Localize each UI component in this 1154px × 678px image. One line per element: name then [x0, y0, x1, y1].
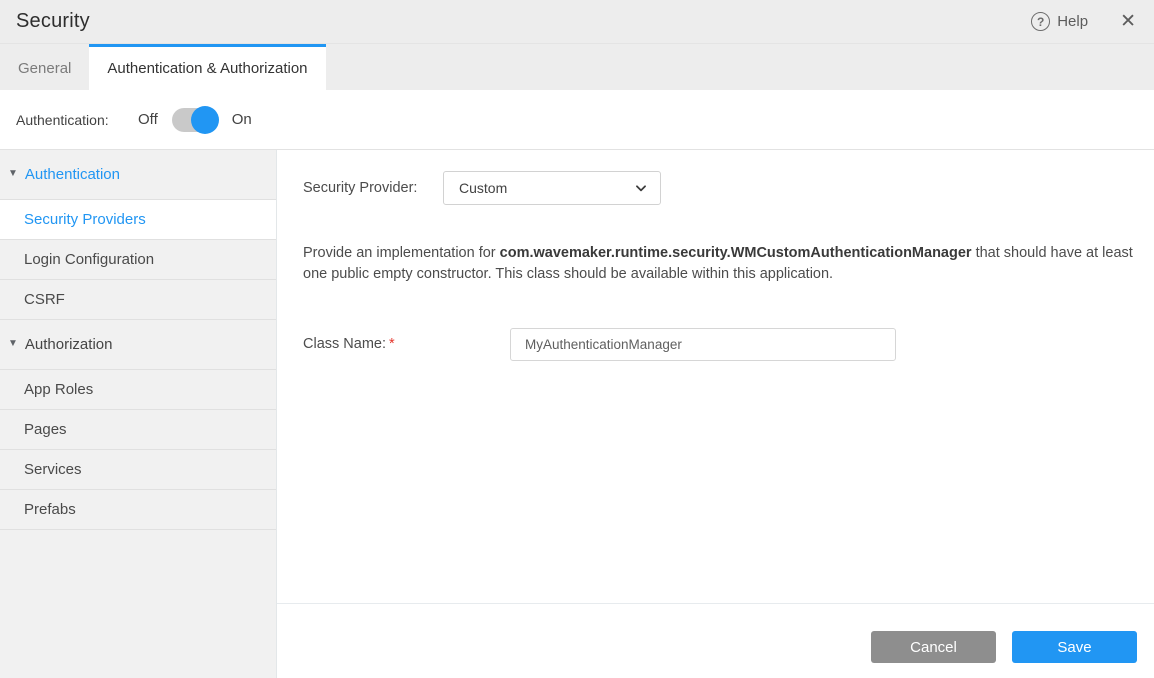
class-name-label: Class Name:*	[303, 336, 510, 352]
security-provider-row: Security Provider: Custom	[303, 171, 661, 205]
help-icon: ?	[1031, 12, 1050, 31]
footer-divider	[277, 603, 1154, 604]
main-content: Security Provider: Custom Provide an imp…	[277, 150, 1154, 678]
tab-bar: General Authentication & Authorization	[0, 44, 1154, 90]
sidebar: ▼ Authentication Security Providers Logi…	[0, 150, 277, 678]
question-mark-glyph: ?	[1037, 15, 1044, 29]
tab-authentication-authorization[interactable]: Authentication & Authorization	[89, 44, 325, 90]
class-name-input[interactable]	[510, 328, 896, 361]
tab-general[interactable]: General	[0, 44, 89, 90]
close-icon[interactable]: ✕	[1120, 12, 1136, 31]
body: ▼ Authentication Security Providers Logi…	[0, 150, 1154, 678]
class-fqn-text: com.wavemaker.runtime.security.WMCustomA…	[500, 245, 972, 261]
sidebar-item-csrf[interactable]: CSRF	[0, 280, 276, 320]
save-button[interactable]: Save	[1012, 631, 1137, 663]
help-button[interactable]: ? Help	[1031, 12, 1088, 31]
sidebar-item-prefabs[interactable]: Prefabs	[0, 490, 276, 530]
authentication-label: Authentication:	[16, 112, 138, 128]
sidebar-group-authorization[interactable]: ▼ Authorization	[0, 320, 276, 370]
help-label: Help	[1057, 13, 1088, 30]
security-dialog: Security ? Help ✕ General Authentication…	[0, 0, 1154, 678]
caret-down-icon: ▼	[8, 168, 18, 179]
authentication-toggle[interactable]	[172, 107, 218, 133]
caret-down-icon: ▼	[8, 338, 18, 349]
provider-description: Provide an implementation for com.wavema…	[303, 243, 1138, 285]
sidebar-item-app-roles[interactable]: App Roles	[0, 370, 276, 410]
toggle-on-label: On	[232, 111, 252, 128]
sidebar-item-services[interactable]: Services	[0, 450, 276, 490]
sidebar-item-pages[interactable]: Pages	[0, 410, 276, 450]
sidebar-group-authentication[interactable]: ▼ Authentication	[0, 150, 276, 200]
page-title: Security	[16, 10, 1031, 33]
toggle-off-label: Off	[138, 111, 158, 128]
footer-actions: Cancel Save	[871, 631, 1137, 663]
sidebar-item-security-providers[interactable]: Security Providers	[0, 200, 276, 240]
title-bar: Security ? Help ✕	[0, 0, 1154, 44]
required-asterisk: *	[389, 336, 395, 352]
security-provider-select[interactable]: Custom	[443, 171, 661, 205]
chevron-down-icon	[634, 181, 648, 195]
cancel-button[interactable]: Cancel	[871, 631, 996, 663]
toggle-knob-icon	[191, 106, 219, 134]
class-name-row: Class Name:*	[303, 327, 896, 361]
security-provider-value: Custom	[459, 180, 634, 196]
authentication-toggle-row: Authentication: Off On	[0, 90, 1154, 150]
security-provider-label: Security Provider:	[303, 180, 443, 196]
sidebar-item-login-configuration[interactable]: Login Configuration	[0, 240, 276, 280]
